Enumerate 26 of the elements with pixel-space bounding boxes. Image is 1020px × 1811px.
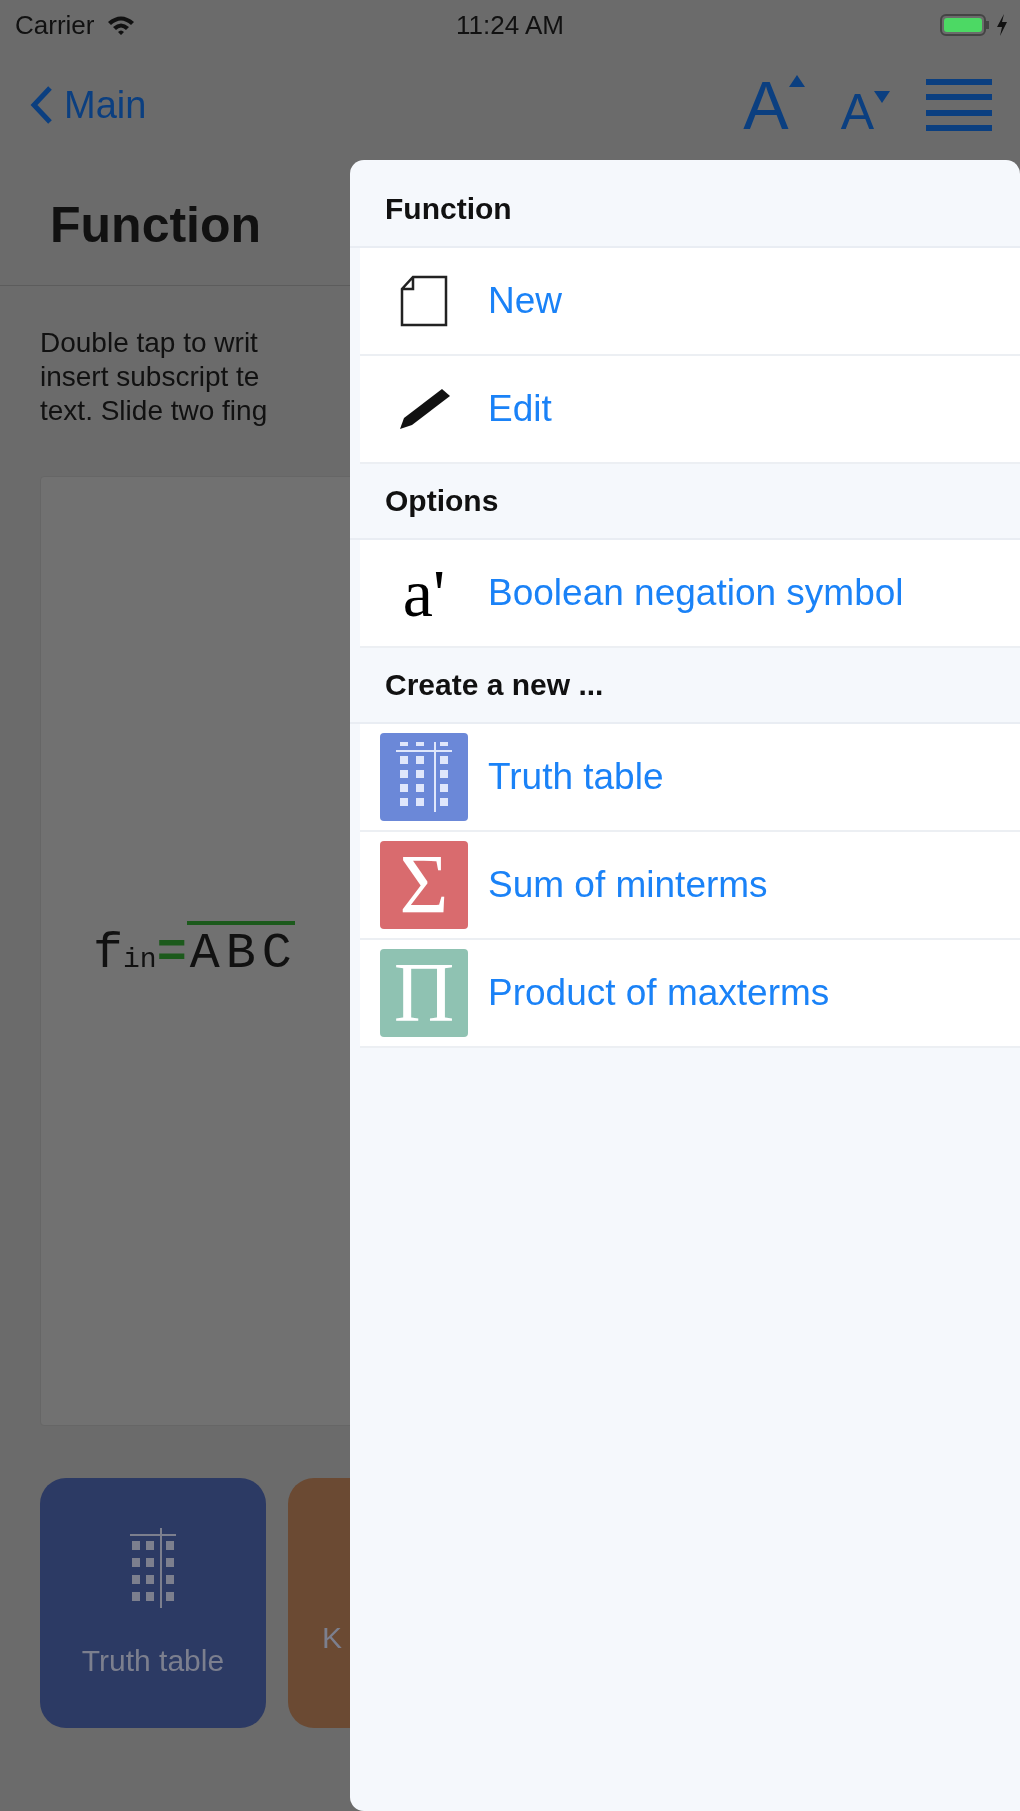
decrease-font-button[interactable]: A <box>840 73 890 137</box>
menu-icon[interactable] <box>926 77 992 133</box>
increase-font-button[interactable]: A <box>743 71 805 139</box>
chevron-left-icon <box>30 85 54 125</box>
document-icon <box>399 275 449 327</box>
menu-item[interactable]: New <box>360 248 1020 356</box>
menu-item[interactable]: a' Boolean negation symbol <box>360 540 1020 648</box>
menu-item[interactable]: Π Product of maxterms <box>360 940 1020 1048</box>
status-time: 11:24 AM <box>456 9 564 41</box>
instruction-text: text. Slide two fing <box>40 394 268 428</box>
triangle-down-icon <box>874 91 890 103</box>
menu-item[interactable]: Edit <box>360 356 1020 464</box>
symbol-icon: a' <box>402 553 446 633</box>
triangle-up-icon <box>788 75 805 87</box>
instruction-text: Double tap to writ <box>40 326 258 360</box>
carrier-label: Carrier <box>15 9 95 41</box>
symbol-icon: Σ <box>380 841 468 929</box>
menu-item[interactable]: Truth table <box>360 724 1020 832</box>
battery-icon <box>940 14 990 36</box>
instruction-text: insert subscript te <box>40 360 260 394</box>
wifi-icon <box>106 14 137 36</box>
back-button[interactable]: Main <box>30 83 147 127</box>
truth-table-icon <box>128 1528 178 1608</box>
symbol-icon: Π <box>380 949 468 1037</box>
category-tile[interactable]: Truth table <box>40 1478 266 1728</box>
menu-item[interactable]: Σ Sum of minterms <box>360 832 1020 940</box>
